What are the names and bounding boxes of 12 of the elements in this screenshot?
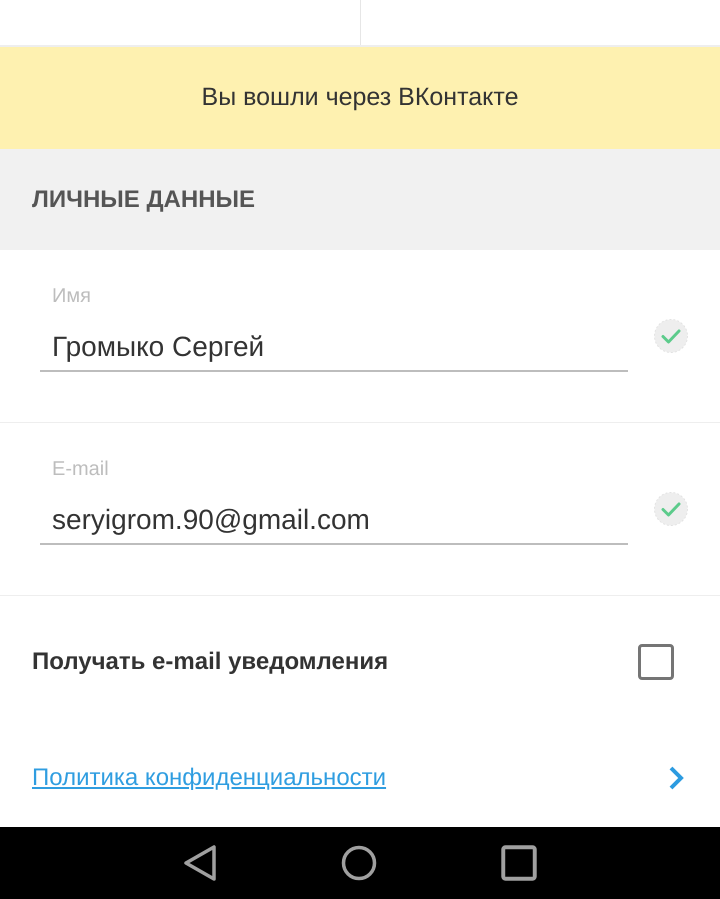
text-field[interactable]: seryigrom.90@gmail.com	[40, 502, 628, 546]
field-label: Имя	[51, 284, 91, 308]
text-field[interactable]: Громыко Сергей	[40, 329, 628, 372]
section-title: ЛИЧНЫЕ ДАННЫЕ	[32, 186, 256, 214]
recent-apps-icon[interactable]	[501, 844, 537, 881]
notifications-label: Получать e-mail уведомления	[32, 648, 388, 676]
field-label: E-mail	[51, 457, 109, 482]
checkbox[interactable]	[638, 644, 674, 680]
chevron-right-icon[interactable]	[668, 766, 684, 790]
back-icon[interactable]	[183, 844, 217, 882]
home-icon[interactable]	[341, 844, 377, 881]
banner-text: Вы вошли через ВКонтакте	[202, 83, 518, 112]
